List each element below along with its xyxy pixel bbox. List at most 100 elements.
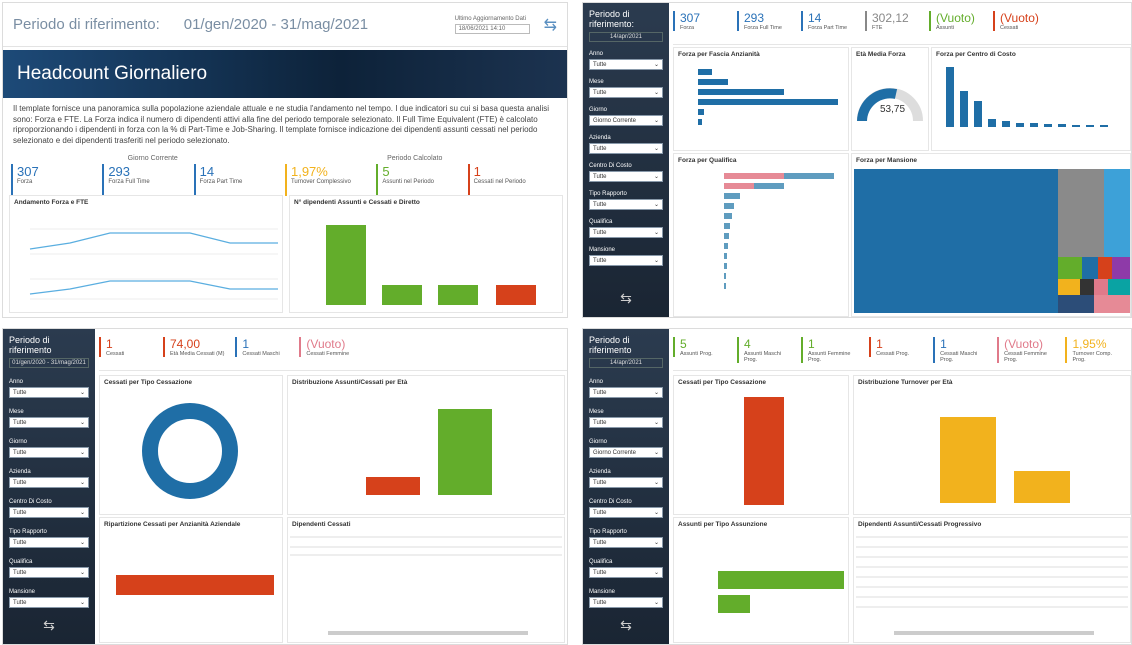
filters: Anno Tutte ⌄ Mese Tutte ⌄ Giorno Tutte ⌄ Azienda T…	[9, 379, 89, 608]
chevron-down-icon: ⌄	[653, 90, 659, 96]
filter-dropdown[interactable]: Tutte ⌄	[589, 143, 663, 154]
kpi-card: (Vuoto) Cessati Femmine	[299, 337, 357, 357]
kpi-label: Forza	[17, 179, 33, 185]
filter-dropdown[interactable]: Tutte ⌄	[589, 87, 663, 98]
chart-forza-fte[interactable]: Andamento Forza e FTE	[9, 195, 283, 313]
filter-dropdown[interactable]: Tutte ⌄	[589, 199, 663, 210]
filters: Anno Tutte ⌄ Mese Tutte ⌄ Giorno Giorno Corrent…	[589, 379, 663, 608]
filter-label: Centro Di Costo	[589, 163, 632, 169]
filter-dropdown[interactable]: Tutte ⌄	[589, 507, 663, 518]
kpi-label: Turnover Comp. Prog.	[1072, 351, 1113, 363]
kpi-card: 74,00 Età Media Cessati (M)	[163, 337, 229, 357]
sidebar-filters: Periodo di riferimento 01/gen/2020 - 31/…	[3, 329, 95, 644]
chevron-down-icon: ⌄	[79, 420, 85, 426]
filter-dropdown[interactable]: Tutte ⌄	[589, 477, 663, 488]
filter-dropdown[interactable]: Tutte ⌄	[589, 255, 663, 266]
filter-dropdown[interactable]: Tutte ⌄	[589, 59, 663, 70]
filter-dropdown[interactable]: Tutte ⌄	[589, 537, 663, 548]
filter-dropdown[interactable]: Tutte ⌄	[9, 537, 89, 548]
kpi-card: 1 Assunti Femmine Prog.	[801, 337, 863, 363]
filter-label: Anno	[589, 51, 604, 57]
chevron-down-icon: ⌄	[653, 62, 659, 68]
hbar-chart	[724, 173, 834, 289]
chart-title: Età Media Forza	[856, 51, 906, 58]
filter-dropdown[interactable]: Giorno Corrente ⌄	[589, 447, 663, 458]
filter-dropdown[interactable]: Tutte ⌄	[9, 567, 89, 578]
chevron-down-icon: ⌄	[653, 420, 659, 426]
chevron-down-icon: ⌄	[653, 146, 659, 152]
kpi-value: 307	[17, 164, 39, 179]
dropdown-value: Tutte	[593, 509, 607, 516]
filter-dropdown[interactable]: Tutte ⌄	[589, 227, 663, 238]
filter-dropdown[interactable]: Tutte ⌄	[589, 387, 663, 398]
kpi-label: Età Media Cessati (M)	[170, 351, 225, 357]
period-range[interactable]: 01/gen/2020 - 31/mag/2021	[184, 16, 368, 33]
table-dipendenti-cessati[interactable]: Dipendenti Cessati	[287, 517, 565, 643]
filter-dropdown[interactable]: Tutte ⌄	[589, 597, 663, 608]
chart-title: Forza per Fascia Anzianità	[678, 51, 760, 58]
chart-tipo-assunzione[interactable]: Assunti per Tipo Assunzione	[673, 517, 849, 643]
kpi-label: Cessati Maschi	[242, 351, 280, 357]
filter-dropdown[interactable]: Giorno Corrente ⌄	[589, 115, 663, 126]
kpi-value: (Vuoto)	[1000, 11, 1039, 25]
chart-cessati-tipo[interactable]: Cessati per Tipo Cessazione	[673, 375, 849, 515]
dropdown-value: Tutte	[13, 389, 27, 396]
chart-qualifica[interactable]: Forza per Qualifica	[673, 153, 849, 317]
filter-dropdown[interactable]: Tutte ⌄	[589, 417, 663, 428]
sidebar-range: 14/apr/2021	[589, 32, 663, 42]
bar	[382, 285, 422, 305]
group-period: Periodo Calcolato	[387, 155, 443, 162]
bar	[438, 285, 478, 305]
filter-label: Tipo Rapporto	[589, 529, 627, 535]
sidebar-range: 14/apr/2021	[589, 358, 663, 368]
kpi-bar: 1 Cessati 74,00 Età Media Cessati (M) 1 Cessa…	[99, 329, 567, 371]
bar	[698, 119, 702, 125]
chart-eta-media[interactable]: Età Media Forza 53,75	[851, 47, 929, 151]
chart-anzianita-cessati[interactable]: Ripartizione Cessati per Anzianità Azien…	[99, 517, 283, 643]
filter-dropdown[interactable]: Tutte ⌄	[9, 417, 89, 428]
filter-dropdown[interactable]: Tutte ⌄	[9, 597, 89, 608]
filter-label: Azienda	[589, 135, 611, 141]
kpi-value: 4	[744, 337, 751, 351]
filter-dropdown[interactable]: Tutte ⌄	[9, 387, 89, 398]
filter-dropdown[interactable]: Tutte ⌄	[9, 477, 89, 488]
filter-dropdown[interactable]: Tutte ⌄	[9, 447, 89, 458]
chart-eta-assunti-cessati[interactable]: Distribuzione Assunti/Cessati per Età	[287, 375, 565, 515]
filter-dropdown[interactable]: Tutte ⌄	[589, 171, 663, 182]
kpi-value: 74,00	[170, 337, 201, 351]
dropdown-value: Tutte	[593, 569, 607, 576]
kpi-label: Forza Full Time	[744, 25, 782, 31]
kpi-label: Cessati	[106, 351, 125, 357]
filter-dropdown[interactable]: Tutte ⌄	[589, 567, 663, 578]
chevron-down-icon: ⌄	[653, 510, 659, 516]
chevron-down-icon: ⌄	[653, 202, 659, 208]
kpi-label: Turnover Complessivo	[290, 179, 351, 185]
logo-icon: ⇆	[43, 617, 55, 633]
period-label: Periodo di riferimento:	[13, 16, 160, 33]
banner: Headcount Giornaliero	[3, 50, 567, 98]
bar	[698, 109, 704, 115]
kpi-card: 302,12 FTE	[865, 11, 923, 31]
chevron-down-icon: ⌄	[653, 174, 659, 180]
table-assunti-cessati[interactable]: Dipendenti Assunti/Cessati Progressivo	[853, 517, 1131, 643]
period-header: Periodo di riferimento: 01/gen/2020 - 31…	[3, 3, 567, 47]
chart-centro-costo[interactable]: Forza per Centro di Costo	[931, 47, 1131, 151]
description: Il template fornisce una panoramica sull…	[13, 104, 550, 145]
kpi-label: Cessati nel Periodo	[473, 179, 526, 185]
chart-assunti-cessati[interactable]: N° dipendenti Assunti e Cessati e Dirett…	[289, 195, 563, 313]
chart-turnover-eta[interactable]: Distribuzione Turnover per Età	[853, 375, 1131, 515]
chart-title: Dipendenti Assunti/Cessati Progressivo	[858, 521, 982, 528]
chevron-down-icon: ⌄	[653, 480, 659, 486]
chart-mansione-treemap[interactable]: Forza per Mansione	[851, 153, 1131, 317]
dropdown-value: Tutte	[593, 539, 607, 546]
dropdown-value: Tutte	[593, 201, 607, 208]
chart-tipo-cessazione[interactable]: Cessati per Tipo Cessazione	[99, 375, 283, 515]
kpi-value: 1	[473, 164, 481, 179]
kpi-value: 5	[680, 337, 687, 351]
kpi-card: 4 Assunti Maschi Prog.	[737, 337, 795, 363]
line-chart	[29, 228, 278, 300]
chart-fascia-anzianita[interactable]: Forza per Fascia Anzianità	[673, 47, 849, 151]
table-grid	[290, 536, 562, 635]
filter-dropdown[interactable]: Tutte ⌄	[9, 507, 89, 518]
dropdown-value: Tutte	[13, 539, 27, 546]
